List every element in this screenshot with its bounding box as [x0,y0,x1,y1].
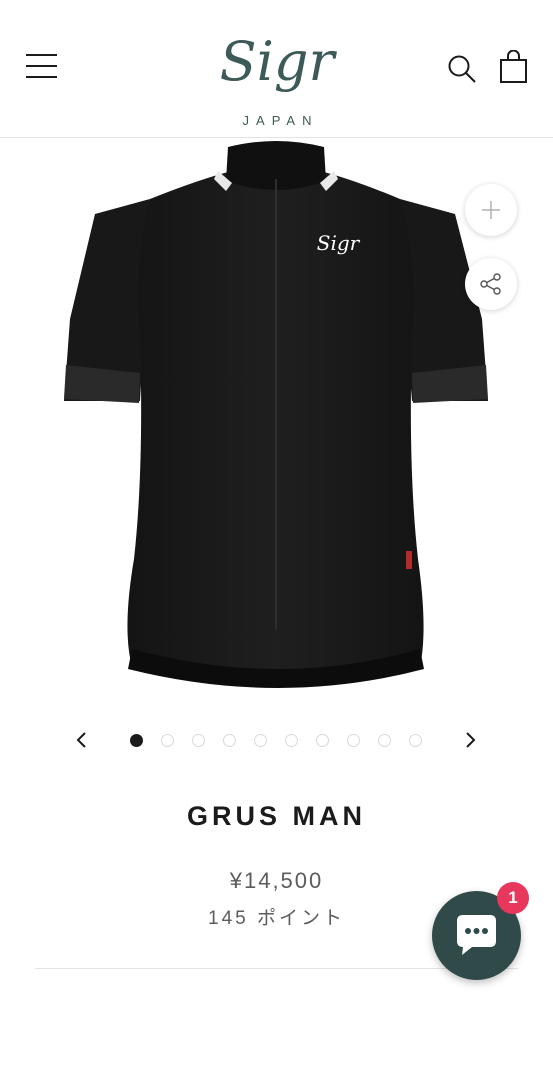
chevron-right-icon[interactable] [458,728,482,752]
brand-logo[interactable]: Sigr JAPAN [212,22,342,128]
pager-dot-9[interactable] [378,734,391,747]
chevron-left-icon[interactable] [70,728,94,752]
zoom-button[interactable] [465,184,517,236]
pager-dot-1[interactable] [130,734,143,747]
hamburger-menu-icon[interactable] [26,54,57,80]
product-gallery[interactable]: Sigr [0,139,553,699]
svg-text:Sigr: Sigr [317,231,361,255]
brand-logo-script: Sigr [220,30,338,92]
search-icon[interactable] [447,54,477,84]
pager-dot-4[interactable] [223,734,236,747]
product-title: GRUS MAN [187,801,366,831]
site-header: Sigr JAPAN [0,0,553,138]
pager-dot-6[interactable] [285,734,298,747]
chat-unread-badge: 1 [497,882,529,914]
share-icon [480,273,501,295]
shopping-bag-icon[interactable] [499,49,529,84]
svg-text:Sigr: Sigr [220,30,338,92]
share-button[interactable] [465,258,517,310]
pager-dot-3[interactable] [192,734,205,747]
pager-dot-5[interactable] [254,734,267,747]
plus-icon [482,201,500,219]
gallery-pager [0,725,553,755]
pager-dot-10[interactable] [409,734,422,747]
pager-dot-8[interactable] [347,734,360,747]
pager-dot-2[interactable] [161,734,174,747]
brand-logo-subtitle: JAPAN [242,113,319,128]
pager-dot-7[interactable] [316,734,329,747]
